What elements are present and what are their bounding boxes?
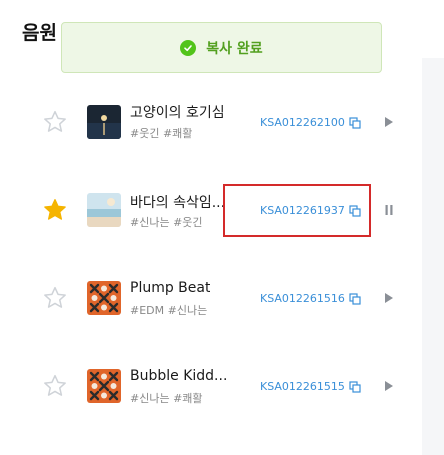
star-filled-icon[interactable] xyxy=(42,197,68,223)
track-code-link[interactable]: KSA012261516 xyxy=(260,292,361,305)
track-tags: #웃긴 #쾌활 xyxy=(130,127,193,140)
track-row: Plump Beat #EDM #신나는 KSA012261516 xyxy=(22,254,422,342)
track-title[interactable]: 바다의 속삭임... xyxy=(130,192,225,212)
copy-toast: 복사 완료 xyxy=(61,22,382,73)
play-icon[interactable] xyxy=(384,116,394,128)
track-title[interactable]: 고양이의 호기심 xyxy=(130,102,225,122)
track-title[interactable]: Plump Beat xyxy=(130,280,210,296)
star-outline-icon[interactable] xyxy=(42,109,68,135)
pattern-cover[interactable] xyxy=(87,369,121,403)
night-sea-cover[interactable] xyxy=(87,105,121,139)
pattern-cover[interactable] xyxy=(87,281,121,315)
play-icon[interactable] xyxy=(384,380,394,392)
highlight-box xyxy=(223,184,371,237)
copy-icon[interactable] xyxy=(349,116,361,129)
copy-icon[interactable] xyxy=(349,380,361,393)
beach-cover[interactable] xyxy=(87,193,121,227)
track-code-link[interactable]: KSA012262100 xyxy=(260,116,361,129)
track-code: KSA012261515 xyxy=(260,380,345,393)
track-tags: #신나는 #웃긴 xyxy=(130,216,203,229)
pause-icon[interactable] xyxy=(384,204,394,216)
star-outline-icon[interactable] xyxy=(42,285,68,311)
track-tags: #EDM #신나는 xyxy=(130,304,208,317)
track-code-link[interactable]: KSA012261515 xyxy=(260,380,361,393)
track-title[interactable]: Bubble Kidd... xyxy=(130,368,227,384)
track-row: Bubble Kidd... #신나는 #쾌활 KSA012261515 xyxy=(22,342,422,430)
track-tags: #신나는 #쾌활 xyxy=(130,392,203,405)
track-code: KSA012261516 xyxy=(260,292,345,305)
star-outline-icon[interactable] xyxy=(42,373,68,399)
track-code: KSA012262100 xyxy=(260,116,345,129)
check-circle-icon xyxy=(180,39,197,56)
toast-message: 복사 완료 xyxy=(206,40,263,57)
play-icon[interactable] xyxy=(384,292,394,304)
copy-icon[interactable] xyxy=(349,292,361,305)
track-row: 고양이의 호기심 #웃긴 #쾌활 KSA012262100 xyxy=(22,78,422,166)
page-title: 음원 xyxy=(22,22,57,44)
